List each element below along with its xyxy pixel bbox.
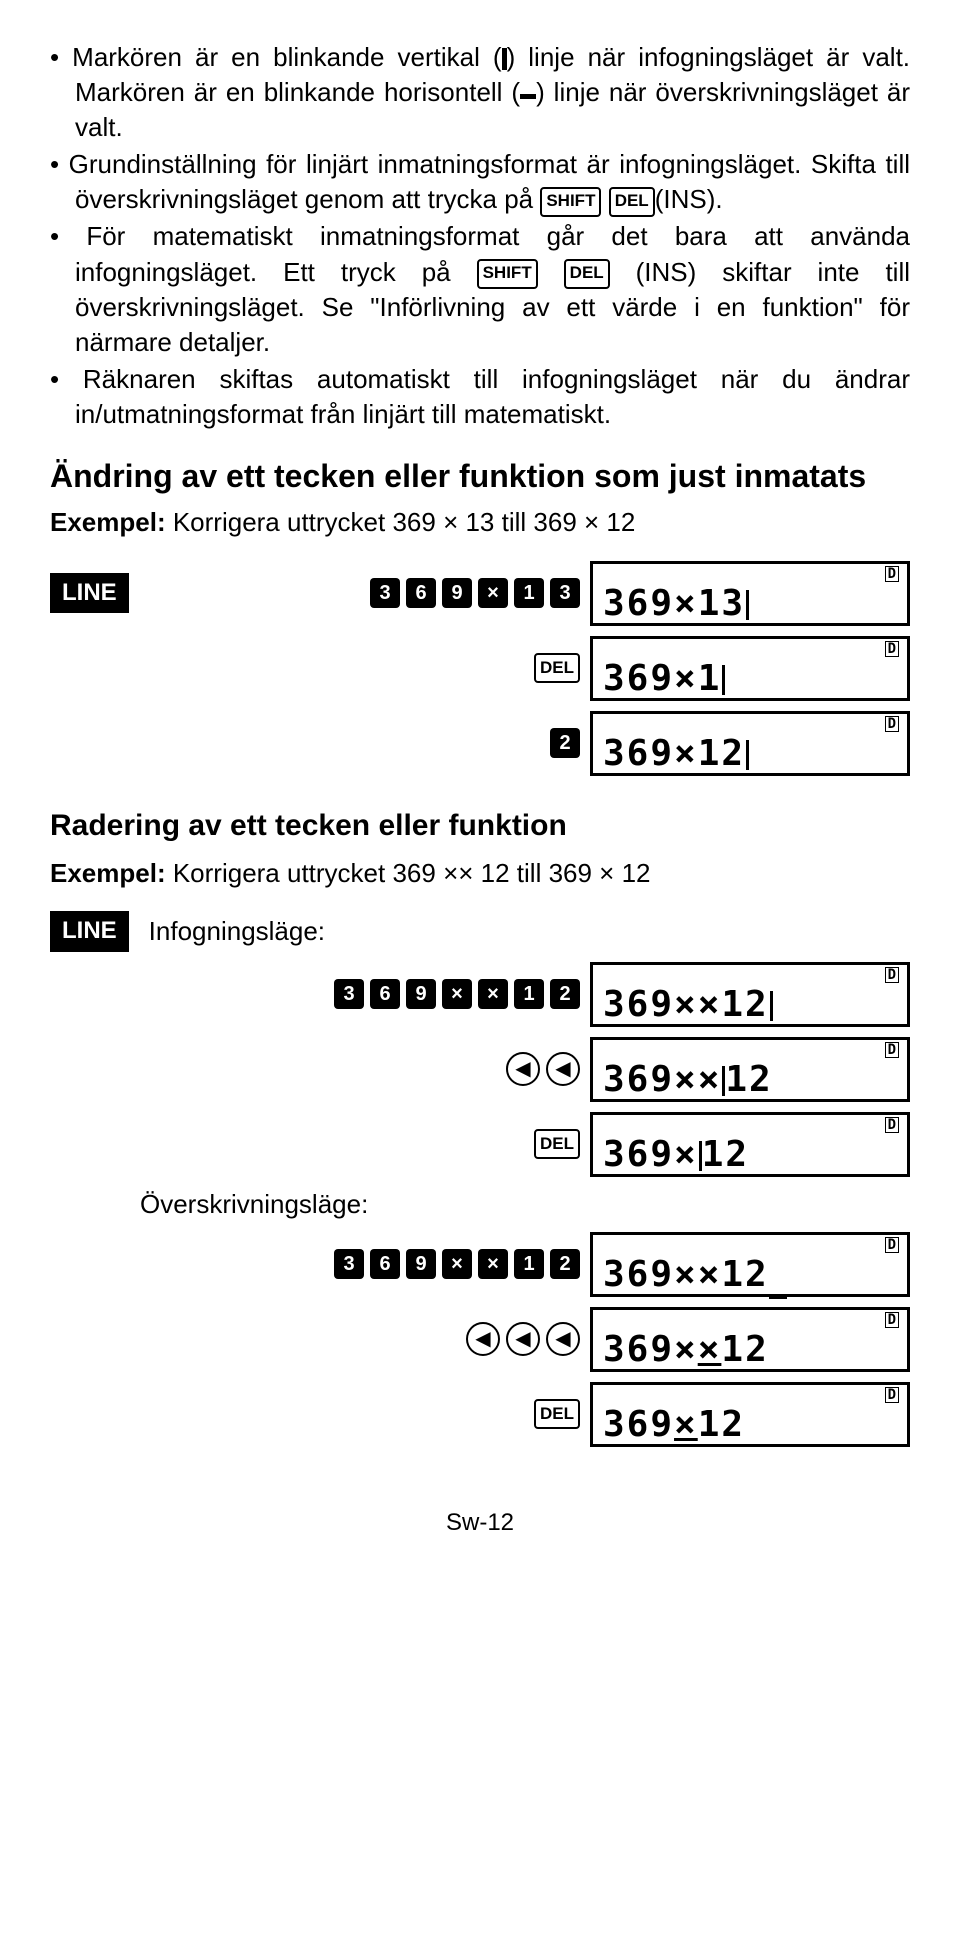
- mode-label: Infogningsläge:: [149, 914, 325, 949]
- calc-screen: D369××12: [590, 1307, 910, 1372]
- calc-screen: D369×13: [590, 561, 910, 626]
- bullet-list: Markören är en blinkande vertikal () lin…: [50, 40, 910, 432]
- step-row: DEL D369×1: [50, 636, 910, 701]
- left-arrow-key: ◀: [546, 1052, 580, 1086]
- key-1: 1: [514, 578, 544, 608]
- calc-screen: D369××12: [590, 1232, 910, 1297]
- calc-screen: D369×12: [590, 1112, 910, 1177]
- key-sequence: 3 6 9 × 1 3: [370, 578, 580, 608]
- step-row: LINE 3 6 9 × 1 3 D369×13: [50, 561, 910, 626]
- line-badge: LINE: [50, 911, 129, 951]
- example-label: Exempel: Korrigera uttrycket 369 × 13 ti…: [50, 505, 910, 540]
- step-row: ◀ ◀ D369××12: [50, 1037, 910, 1102]
- step-row: DEL D369×12: [50, 1112, 910, 1177]
- line-badge: LINE: [50, 573, 129, 613]
- bullet-item: Grundinställning för linjärt inmatningsf…: [50, 147, 910, 217]
- step-row: LINE Infogningsläge:: [50, 911, 910, 951]
- step-row: 369 ×× 12 D369××12: [50, 1232, 910, 1297]
- left-arrow-key: ◀: [506, 1322, 540, 1356]
- section-heading: Ändring av ett tecken eller funktion som…: [50, 457, 910, 495]
- shift-key-icon: SHIFT: [540, 187, 601, 217]
- del-key-icon: DEL: [564, 259, 610, 289]
- step-row: DEL D369×12: [50, 1382, 910, 1447]
- mode-label: Överskrivningsläge:: [140, 1187, 910, 1222]
- calc-screen: D369××12: [590, 962, 910, 1027]
- key-6: 6: [406, 578, 436, 608]
- left-arrow-key: ◀: [466, 1322, 500, 1356]
- key-9: 9: [442, 578, 472, 608]
- calc-screen: D369××12: [590, 1037, 910, 1102]
- calc-screen: D369×1: [590, 636, 910, 701]
- del-key-icon: DEL: [534, 653, 580, 683]
- left-arrow-key: ◀: [546, 1322, 580, 1356]
- del-key-icon: DEL: [609, 187, 655, 217]
- calc-screen: D369×12: [590, 711, 910, 776]
- bullet-item: Markören är en blinkande vertikal () lin…: [50, 40, 910, 145]
- d-indicator: D: [885, 566, 899, 582]
- bullet-item: För matematiskt inmatningsformat går det…: [50, 219, 910, 359]
- step-row: ◀ ◀ ◀ D369××12: [50, 1307, 910, 1372]
- calc-screen: D369×12: [590, 1382, 910, 1447]
- del-key-icon: DEL: [534, 1129, 580, 1159]
- left-arrow-key: ◀: [506, 1052, 540, 1086]
- section-heading: Radering av ett tecken eller funktion: [50, 806, 910, 847]
- key-2: 2: [550, 728, 580, 758]
- key-3: 3: [550, 578, 580, 608]
- key-multiply: ×: [478, 578, 508, 608]
- page-number: Sw-12: [50, 1507, 910, 1539]
- step-row: 369 ×× 12 D369××12: [50, 962, 910, 1027]
- shift-key-icon: SHIFT: [477, 259, 538, 289]
- step-row: 2 D369×12: [50, 711, 910, 776]
- del-key-icon: DEL: [534, 1399, 580, 1429]
- key-3: 3: [370, 578, 400, 608]
- example-label: Exempel: Korrigera uttrycket 369 ×× 12 t…: [50, 856, 910, 891]
- horizontal-cursor-icon: [520, 94, 536, 99]
- bullet-item: Räknaren skiftas automatiskt till infogn…: [50, 362, 910, 432]
